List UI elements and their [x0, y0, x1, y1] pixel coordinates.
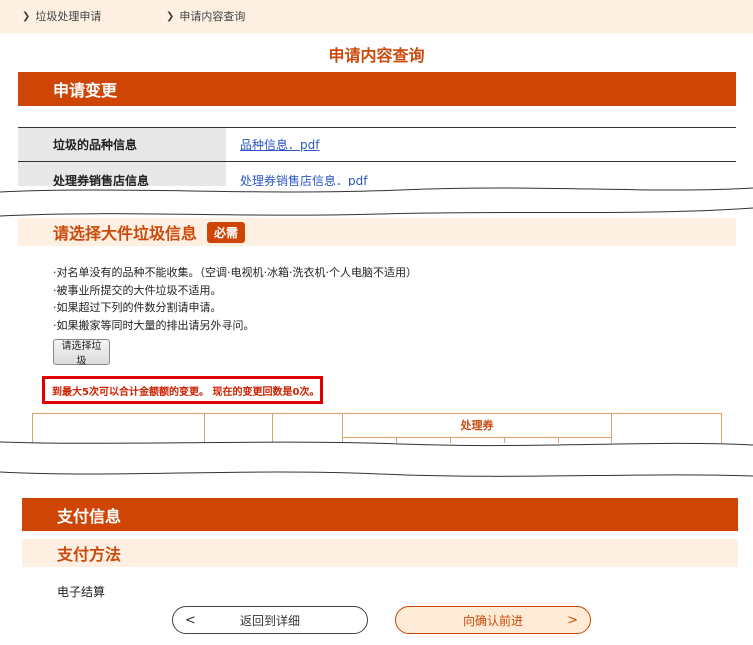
change-count-warning: 到最大5次可以合计金额额的变更。 现在的变更回数是0次。	[42, 376, 323, 404]
chevron-right-icon: >	[567, 612, 578, 628]
chevron-right-icon: ❯	[22, 10, 31, 22]
breadcrumb	[0, 0, 753, 33]
torn-gap-divider	[0, 187, 753, 217]
payment-info-header: 支付信息	[22, 498, 738, 531]
payment-method-header: 支付方法	[22, 539, 738, 567]
back-to-detail-button[interactable]: < 返回到详细	[172, 606, 368, 634]
proceed-to-confirm-button[interactable]: 向确认前进 >	[395, 606, 591, 634]
chevron-left-icon: <	[185, 612, 196, 628]
note-item: ·对名单没有的品种不能收集。（空调·电视机·冰箱·洗衣机·个人电脑不适用）	[53, 266, 417, 279]
breadcrumb-label: 申请内容查询	[179, 10, 246, 23]
info-row-garbage-types: 垃圾的品种信息 品种信息．pdf	[18, 127, 736, 161]
page-title: 申请内容查询	[328, 46, 425, 65]
breadcrumb-item-garbage-request[interactable]: ❯ 垃圾处理申请	[22, 8, 101, 24]
select-garbage-button[interactable]: 请选择垃圾	[53, 339, 110, 367]
note-item: ·如果搬家等同时大量的排出请另外寻问。	[53, 318, 255, 332]
payment-method-value: 电子结算	[57, 585, 106, 599]
table-header-tickets: 处理券	[460, 419, 494, 432]
payment-method-title: 支付方法	[57, 545, 122, 564]
breadcrumb-label: 垃圾处理申请	[35, 10, 102, 23]
select-garbage-header: 请选择大件垃圾信息 必需	[18, 218, 736, 246]
section-change-title: 申请变更	[53, 81, 118, 100]
note-item: ·如果超过下列的件数分割请申请。	[53, 301, 222, 314]
select-garbage-title: 请选择大件垃圾信息	[53, 224, 198, 243]
chevron-right-icon: ❯	[166, 10, 175, 22]
note-item: ·被事业所提交的大件垃圾不适用。	[53, 283, 222, 297]
breadcrumb-item-content-inquiry[interactable]: ❯ 申请内容查询	[166, 8, 245, 24]
torn-gap-divider	[0, 441, 753, 477]
required-badge: 必需	[207, 221, 246, 243]
notes-list: ·对名单没有的品种不能收集。（空调·电视机·冰箱·洗衣机·个人电脑不适用） ·被…	[53, 264, 417, 334]
garbage-types-pdf-link[interactable]: 品种信息．pdf	[240, 136, 319, 153]
section-change-header: 申请变更	[18, 72, 736, 106]
next-button-label: 向确认前进	[462, 613, 523, 628]
info-label: 垃圾的品种信息	[18, 128, 226, 161]
payment-info-title: 支付信息	[57, 506, 122, 526]
back-button-label: 返回到详细	[239, 613, 300, 628]
